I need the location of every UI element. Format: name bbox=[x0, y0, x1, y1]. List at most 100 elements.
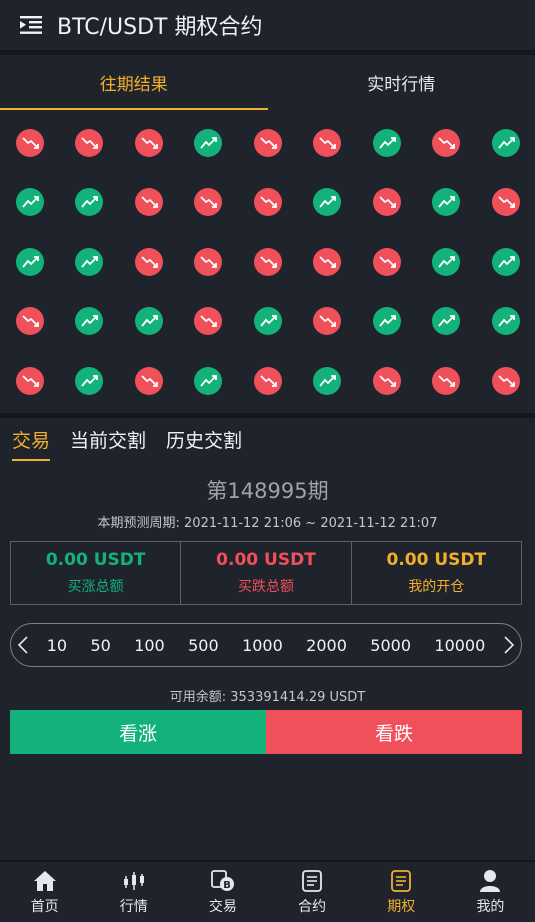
menu-indent-icon[interactable] bbox=[20, 14, 42, 36]
nav-label: 交易 bbox=[208, 899, 237, 915]
trend-down-icon bbox=[15, 307, 44, 336]
trend-up-icon bbox=[15, 247, 44, 276]
trend-down-icon bbox=[313, 128, 342, 157]
trend-down-icon bbox=[194, 247, 223, 276]
trend-down-icon bbox=[372, 247, 401, 276]
trend-down-icon bbox=[253, 366, 282, 395]
result-cell bbox=[417, 351, 477, 411]
tab-realtime-market[interactable]: 实时行情 bbox=[268, 55, 535, 110]
trend-up-icon bbox=[75, 188, 104, 217]
chevron-right-icon[interactable] bbox=[497, 635, 521, 655]
nav-market[interactable]: 行情 bbox=[89, 862, 178, 922]
result-cell bbox=[476, 292, 535, 352]
total-buy-up-label: 买涨总额 bbox=[67, 579, 124, 595]
tab-bar: 往期结果 实时行情 bbox=[0, 55, 535, 110]
result-cell bbox=[357, 173, 417, 233]
trend-up-icon bbox=[432, 188, 461, 217]
amount-options: 10 50 100 500 1000 2000 5000 10000 bbox=[35, 636, 497, 655]
result-cell bbox=[238, 173, 298, 233]
result-cell bbox=[417, 173, 477, 233]
trend-down-icon bbox=[432, 366, 461, 395]
document-icon bbox=[299, 868, 325, 894]
header-bar: BTC/USDT 期权合约 bbox=[0, 0, 535, 50]
trend-down-icon bbox=[253, 188, 282, 217]
trend-down-icon bbox=[134, 188, 163, 217]
amount-option[interactable]: 1000 bbox=[242, 636, 283, 655]
result-cell bbox=[417, 232, 477, 292]
nav-home[interactable]: 首页 bbox=[0, 862, 89, 922]
amount-option[interactable]: 10000 bbox=[434, 636, 485, 655]
trend-down-icon bbox=[372, 366, 401, 395]
trend-down-icon bbox=[372, 188, 401, 217]
amount-selector: 10 50 100 500 1000 2000 5000 10000 bbox=[10, 623, 522, 667]
trend-down-icon bbox=[134, 128, 163, 157]
trend-down-icon bbox=[194, 307, 223, 336]
trend-up-icon bbox=[491, 128, 520, 157]
amount-option[interactable]: 5000 bbox=[370, 636, 411, 655]
result-cell bbox=[119, 113, 179, 173]
nav-label: 合约 bbox=[298, 899, 327, 915]
result-cell bbox=[417, 113, 477, 173]
nav-label: 首页 bbox=[30, 899, 59, 915]
trend-down-icon bbox=[15, 128, 44, 157]
trend-up-icon bbox=[491, 247, 520, 276]
total-buy-up-value: 0.00 USDT bbox=[45, 550, 146, 570]
nav-label: 期权 bbox=[387, 899, 416, 915]
result-cell bbox=[60, 232, 120, 292]
amount-option[interactable]: 2000 bbox=[306, 636, 347, 655]
result-cell bbox=[0, 232, 60, 292]
trend-up-icon bbox=[313, 366, 342, 395]
amount-option[interactable]: 500 bbox=[188, 636, 219, 655]
result-cell bbox=[476, 232, 535, 292]
trend-down-icon bbox=[491, 366, 520, 395]
tab-past-results[interactable]: 往期结果 bbox=[0, 55, 268, 110]
trend-up-icon bbox=[491, 307, 520, 336]
nav-label: 行情 bbox=[119, 899, 148, 915]
trend-up-icon bbox=[253, 307, 282, 336]
trend-down-icon bbox=[432, 128, 461, 157]
result-cell bbox=[179, 113, 239, 173]
subtab-current-delivery[interactable]: 当前交割 bbox=[70, 426, 146, 461]
total-buy-up: 0.00 USDT 买涨总额 bbox=[11, 542, 182, 604]
trend-up-icon bbox=[194, 366, 223, 395]
result-cell bbox=[60, 113, 120, 173]
nav-contract[interactable]: 合约 bbox=[268, 862, 357, 922]
result-cell bbox=[119, 232, 179, 292]
buy-down-button[interactable]: 看跌 bbox=[266, 710, 522, 754]
chevron-left-icon[interactable] bbox=[11, 635, 35, 655]
trend-down-icon bbox=[75, 128, 104, 157]
trend-up-icon bbox=[75, 307, 104, 336]
total-buy-down-value: 0.00 USDT bbox=[216, 550, 316, 570]
buy-up-button[interactable]: 看涨 bbox=[10, 710, 266, 754]
nav-label: 我的 bbox=[476, 899, 505, 915]
result-cell bbox=[119, 351, 179, 411]
nav-options[interactable]: 期权 bbox=[357, 862, 446, 922]
user-icon bbox=[477, 868, 503, 894]
trend-down-icon bbox=[134, 247, 163, 276]
subtab-trade[interactable]: 交易 bbox=[12, 426, 51, 461]
result-cell bbox=[298, 292, 358, 352]
trend-down-icon bbox=[313, 307, 342, 336]
nav-profile[interactable]: 我的 bbox=[446, 862, 535, 922]
result-cell bbox=[357, 351, 417, 411]
action-buttons: 看涨 看跌 bbox=[10, 710, 522, 754]
past-results-panel bbox=[0, 110, 535, 413]
trend-up-icon bbox=[432, 247, 461, 276]
result-cell bbox=[238, 113, 298, 173]
amount-option[interactable]: 100 bbox=[134, 636, 165, 655]
trend-up-icon bbox=[432, 307, 461, 336]
nav-trade[interactable]: B 交易 bbox=[178, 862, 267, 922]
result-cell bbox=[417, 292, 477, 352]
bitcoin-exchange-icon: B bbox=[210, 868, 236, 894]
amount-option[interactable]: 10 bbox=[47, 636, 67, 655]
trend-up-icon bbox=[372, 307, 401, 336]
trend-down-icon bbox=[15, 366, 44, 395]
result-cell bbox=[179, 292, 239, 352]
trend-up-icon bbox=[372, 128, 401, 157]
result-cell bbox=[179, 173, 239, 233]
totals-box: 0.00 USDT 买涨总额 0.00 USDT 买跌总额 0.00 USDT … bbox=[10, 541, 522, 605]
amount-option[interactable]: 50 bbox=[90, 636, 110, 655]
subtab-history-delivery[interactable]: 历史交割 bbox=[166, 426, 242, 461]
result-cell bbox=[119, 292, 179, 352]
result-cell bbox=[298, 232, 358, 292]
